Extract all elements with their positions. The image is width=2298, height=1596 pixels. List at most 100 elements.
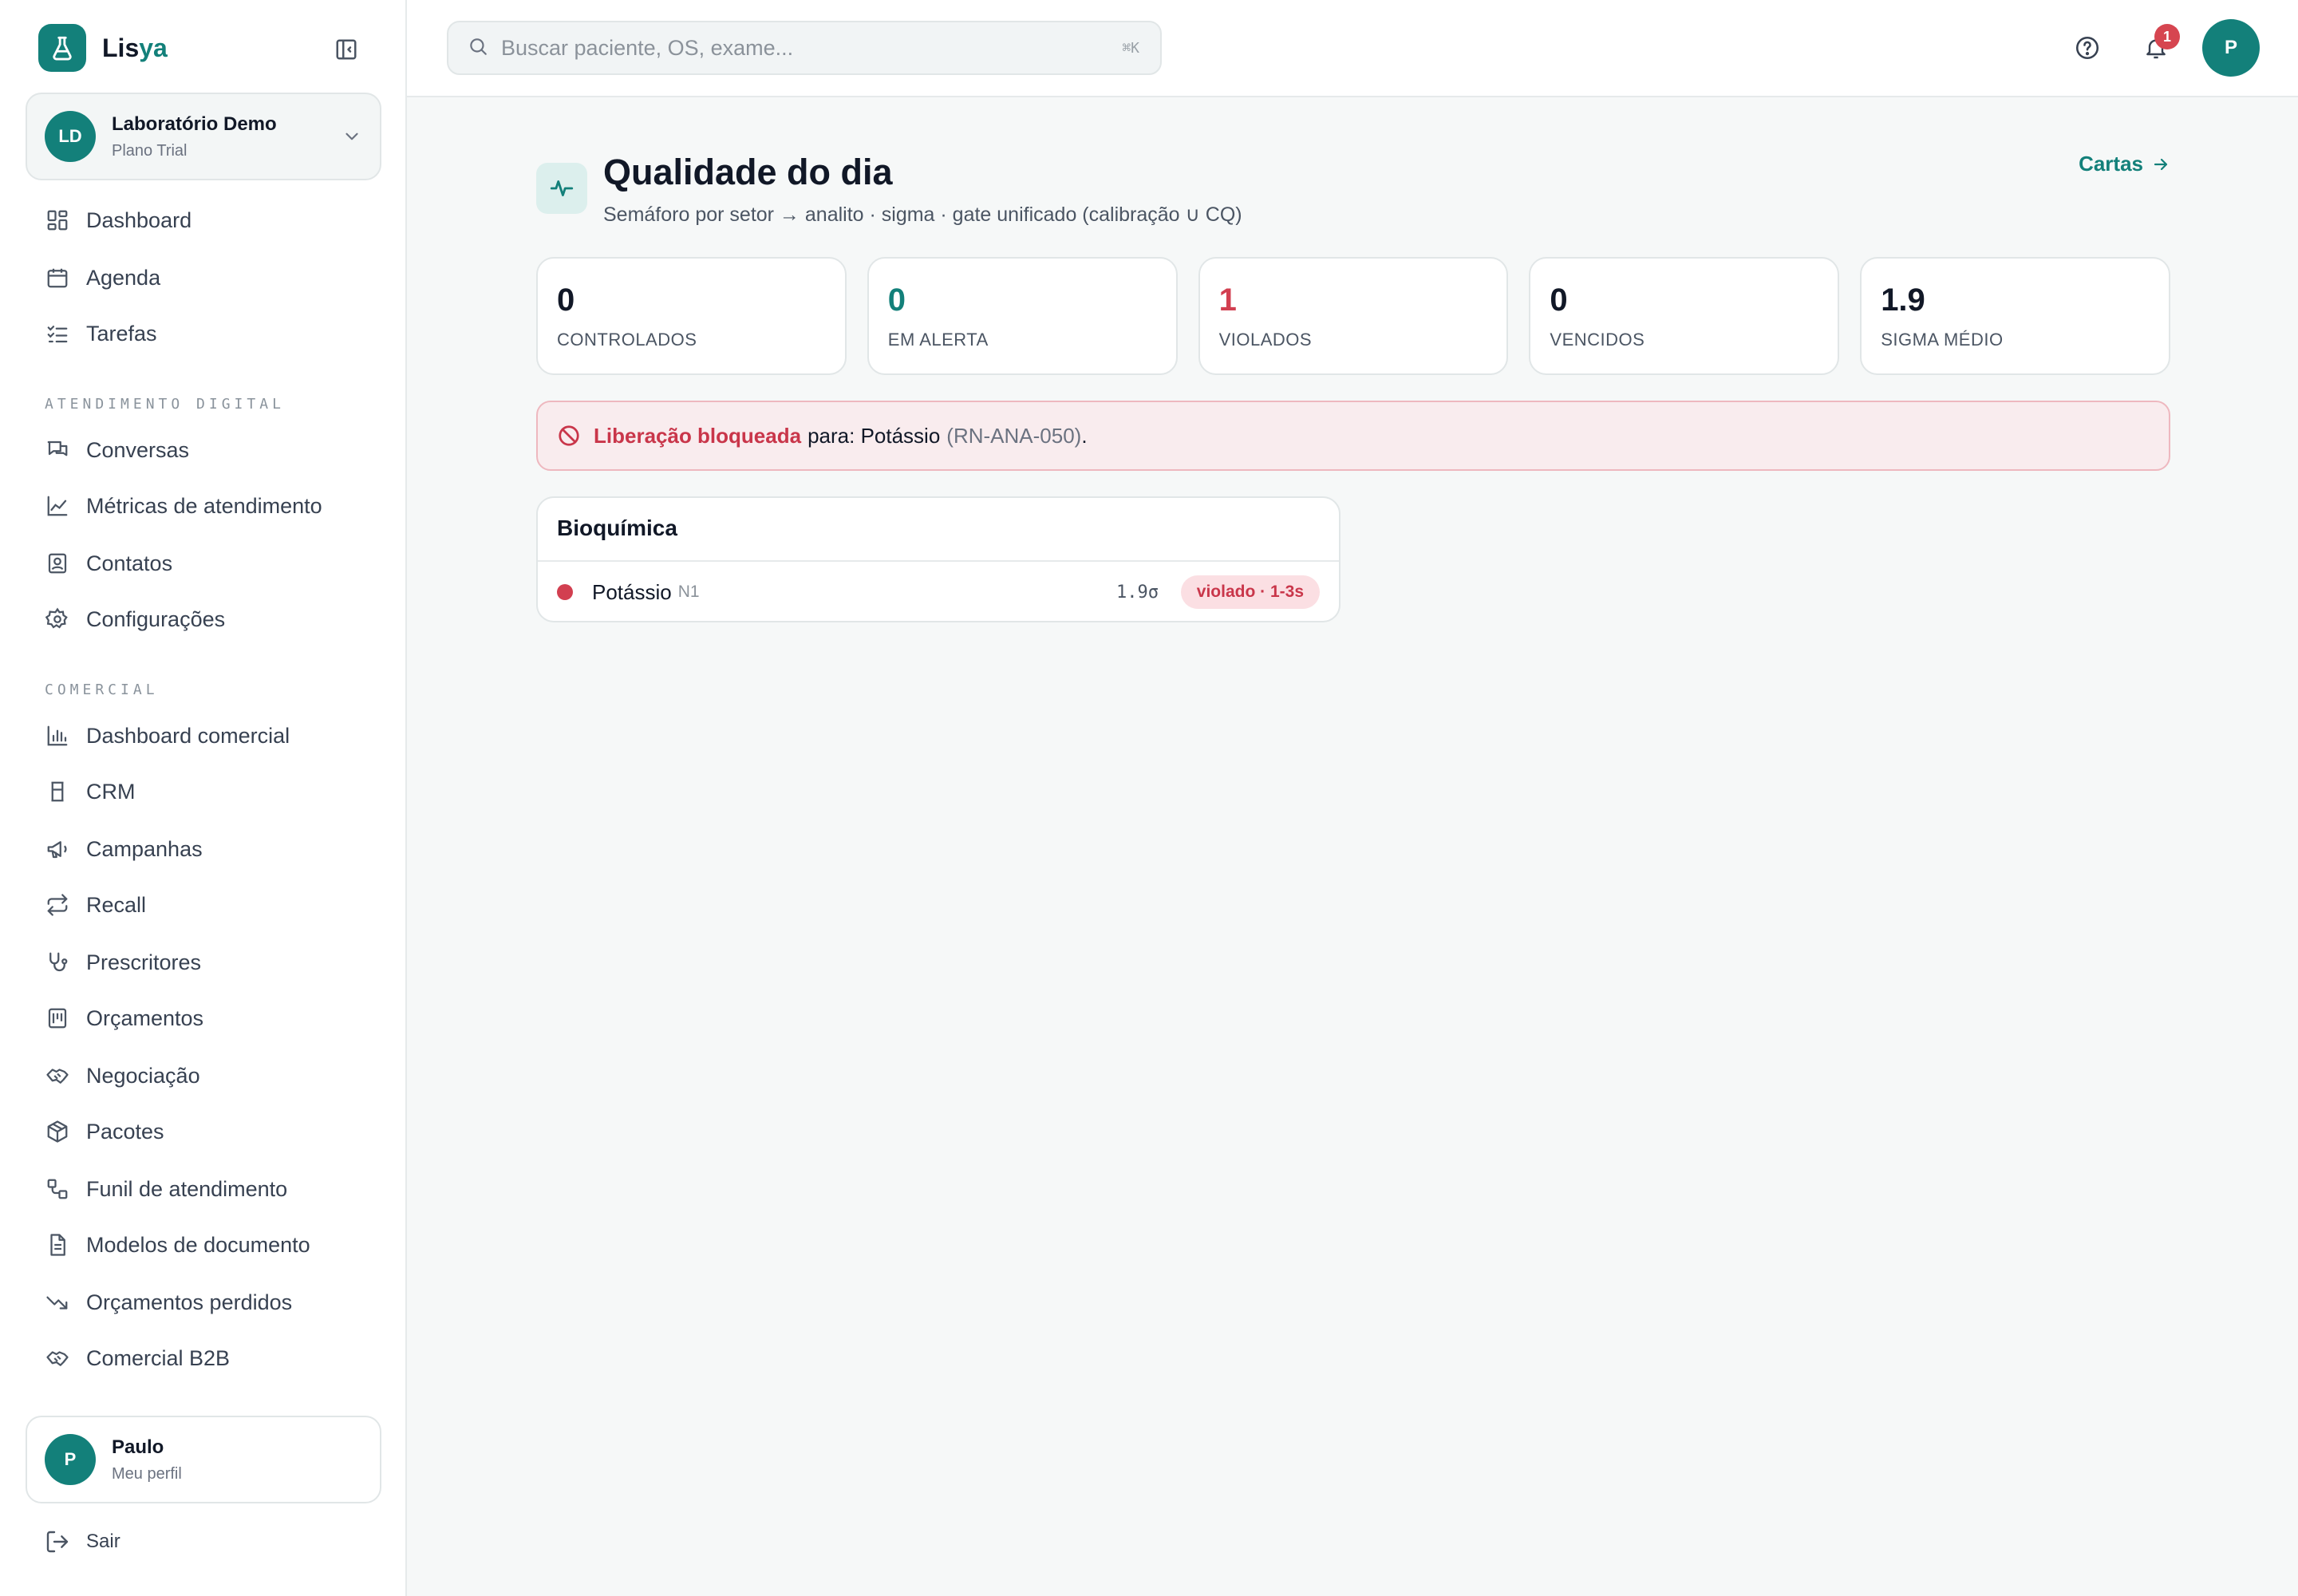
nav-label: Comercial B2B	[86, 1345, 231, 1370]
collapse-sidebar-icon[interactable]	[332, 35, 361, 64]
nav-label: Dashboard	[86, 207, 192, 232]
analyte-level: N1	[677, 583, 700, 601]
section-title-digital: ATENDIMENTO DIGITAL	[45, 396, 285, 413]
kpi-card-sigma-medio: 1.9 SIGMA MÉDIO	[1860, 257, 2170, 375]
nav-prescritores[interactable]: Prescritores	[45, 946, 201, 978]
user-menu-avatar[interactable]: P	[2202, 19, 2260, 77]
kpi-label: EM ALERTA	[887, 330, 989, 350]
nav-tarefas[interactable]: Tarefas	[45, 318, 157, 350]
org-name: Laboratório Demo	[112, 113, 277, 135]
checklist-icon	[45, 321, 70, 346]
status-badge: violado · 1-3s	[1180, 575, 1320, 609]
brand[interactable]: Lisya	[38, 24, 168, 72]
trending-down-icon	[45, 1290, 70, 1315]
nav-label: Negociação	[86, 1063, 200, 1088]
chevron-down-icon	[342, 126, 362, 151]
release-blocked-alert: Liberação bloqueada para: Potássio (RN-A…	[536, 401, 2170, 471]
nav-dashboard-comercial[interactable]: Dashboard comercial	[45, 720, 290, 752]
user-profile-card[interactable]: P Paulo Meu perfil	[26, 1416, 381, 1503]
nav-negociacao[interactable]: Negociação	[45, 1060, 200, 1092]
nav-orcamentos[interactable]: Orçamentos	[45, 1002, 203, 1034]
page-header: Qualidade do dia Semáforo por setor → an…	[536, 152, 2170, 239]
search-box[interactable]: ⌘K	[447, 21, 1162, 75]
user-subtitle: Meu perfil	[112, 1464, 182, 1483]
analyte-sigma: 1.9σ	[1116, 582, 1159, 602]
activity-icon	[536, 163, 587, 214]
dashboard-icon	[45, 207, 70, 233]
main-area: ⌘K 1 P Qualidade do dia Semáforo por set…	[407, 0, 2298, 1596]
kpi-card-violados: 1 VIOLADOS	[1198, 257, 1509, 375]
flask-icon	[38, 24, 86, 72]
cartas-link[interactable]: Cartas	[2079, 152, 2170, 176]
page-title: Qualidade do dia	[603, 152, 893, 192]
nav-funil[interactable]: Funil de atendimento	[45, 1173, 287, 1205]
kpi-value: 1	[1218, 282, 1237, 318]
alert-code: (RN-ANA-050)	[946, 423, 1082, 448]
package-icon	[45, 1119, 70, 1144]
status-dot	[557, 584, 573, 600]
brand-name: Lisya	[102, 33, 168, 62]
nav-label: Conversas	[86, 437, 190, 462]
gear-icon	[45, 606, 70, 632]
alert-text: para: Potássio	[807, 423, 941, 448]
nav-label: Orçamentos perdidos	[86, 1290, 293, 1314]
user-name: Paulo	[112, 1436, 164, 1458]
cartas-label: Cartas	[2079, 152, 2143, 176]
nav-comercial-b2b[interactable]: Comercial B2B	[45, 1342, 230, 1374]
nav-contatos[interactable]: Contatos	[45, 547, 172, 579]
nav-configuracoes[interactable]: Configurações	[45, 603, 225, 635]
handshake-icon	[45, 1345, 70, 1371]
handshake-icon	[45, 1063, 70, 1088]
nav-label: Métricas de atendimento	[86, 493, 322, 518]
nav-label: Pacotes	[86, 1119, 164, 1144]
kpi-row: 0 CONTROLADOS 0 EM ALERTA 1 VIOLADOS 0 V…	[536, 257, 2170, 375]
nav-recall[interactable]: Recall	[45, 889, 146, 921]
help-icon[interactable]	[2071, 32, 2103, 64]
nav-label: Campanhas	[86, 836, 203, 861]
contact-icon	[45, 551, 70, 576]
nav-label: Orçamentos	[86, 1005, 204, 1030]
kpi-label: VENCIDOS	[1550, 330, 1645, 350]
nav-modelos-documento[interactable]: Modelos de documento	[45, 1229, 310, 1261]
nav-label: Modelos de documento	[86, 1232, 310, 1257]
nav-orcamentos-perdidos[interactable]: Orçamentos perdidos	[45, 1286, 292, 1318]
notification-badge: 1	[2154, 24, 2180, 49]
page-subtitle: Semáforo por setor → analito · sigma · g…	[603, 203, 1242, 226]
nav-label: Tarefas	[86, 321, 157, 346]
search-input[interactable]	[501, 35, 1123, 61]
org-avatar: LD	[45, 111, 96, 162]
section-title-commercial: COMERCIAL	[45, 681, 159, 698]
nav-campanhas[interactable]: Campanhas	[45, 833, 203, 865]
crm-icon	[45, 779, 70, 804]
org-switcher[interactable]: LD Laboratório Demo Plano Trial	[26, 93, 381, 180]
nav-label: CRM	[86, 779, 136, 804]
chat-icon	[45, 437, 70, 463]
nav-label: Prescritores	[86, 950, 202, 974]
search-icon	[468, 36, 488, 61]
analyte-row[interactable]: Potássio N1 1.9σ violado · 1-3s	[538, 562, 1339, 621]
funnel-icon	[45, 1176, 70, 1202]
logout-button[interactable]: Sair	[45, 1529, 120, 1555]
logout-label: Sair	[86, 1531, 120, 1552]
nav-agenda[interactable]: Agenda	[45, 262, 160, 294]
kpi-value: 0	[887, 282, 906, 318]
kpi-card-em-alerta: 0 EM ALERTA	[867, 257, 1178, 375]
nav-metricas[interactable]: Métricas de atendimento	[45, 490, 322, 522]
kpi-value: 0	[1550, 282, 1568, 318]
kpi-value: 0	[557, 282, 575, 318]
alert-title: Liberação bloqueada	[594, 423, 802, 448]
nav-crm[interactable]: CRM	[45, 776, 136, 808]
search-shortcut: ⌘K	[1122, 39, 1139, 57]
nav-dashboard[interactable]: Dashboard	[45, 204, 192, 236]
sidebar: Lisya LD Laboratório Demo Plano Trial Da…	[0, 0, 407, 1596]
nav-pacotes[interactable]: Pacotes	[45, 1116, 164, 1148]
logout-icon	[46, 1531, 69, 1553]
arrow-right-icon	[2154, 158, 2168, 170]
user-avatar: P	[45, 1434, 96, 1485]
nav-label: Dashboard comercial	[86, 723, 290, 748]
nav-conversas[interactable]: Conversas	[45, 434, 189, 466]
receipt-icon	[45, 1005, 70, 1031]
sector-card-bioquimica: Bioquímica Potássio N1 1.9σ violado · 1-…	[536, 496, 1340, 622]
nav-label: Agenda	[86, 265, 161, 290]
repeat-icon	[45, 892, 70, 918]
